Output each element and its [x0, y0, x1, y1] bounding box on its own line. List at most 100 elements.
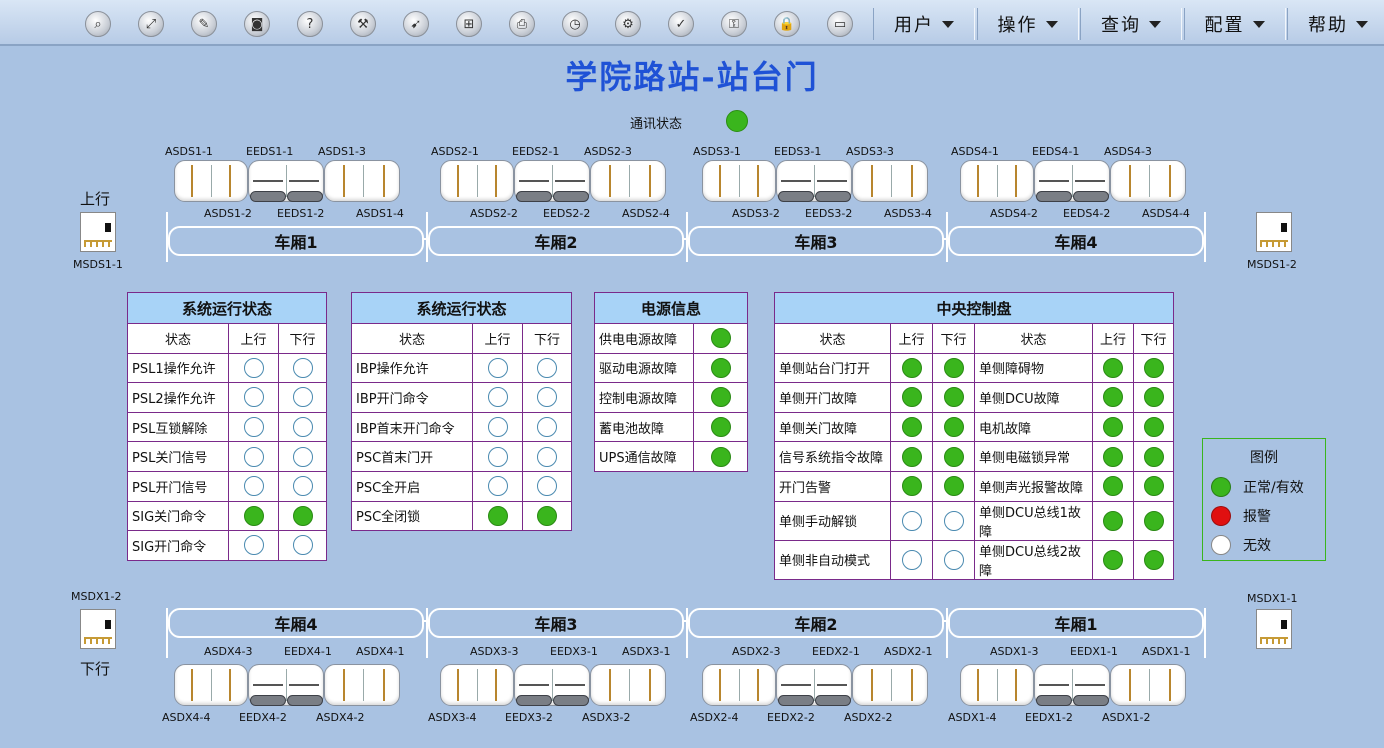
eed-handle: [1073, 695, 1109, 706]
table-row: PSC首末门开: [351, 441, 572, 472]
cell-label: 单侧DCU故障: [974, 382, 1093, 413]
lock-icon[interactable]: 🔒: [774, 11, 800, 37]
down-car1-door-right[interactable]: [1110, 664, 1186, 706]
legend-swatch: [1211, 535, 1231, 555]
door-label: ASDS3-4: [884, 207, 932, 220]
camera-icon[interactable]: ◙: [244, 11, 270, 37]
cell-up: [472, 411, 523, 443]
msd-up-left[interactable]: [80, 212, 116, 252]
compass-icon[interactable]: ➹: [403, 11, 429, 37]
down-car-label[interactable]: 车厢2: [688, 608, 944, 638]
network-icon[interactable]: ⊞: [456, 11, 482, 37]
up-direction-label: 上行: [80, 190, 111, 208]
legend-label: 无效: [1243, 538, 1271, 554]
cell-up: [890, 382, 933, 413]
msd-rail: [1260, 242, 1288, 247]
door-edge: [552, 165, 553, 197]
display-icon[interactable]: ▭: [827, 11, 853, 37]
tools-icon[interactable]: ⚒: [350, 11, 376, 37]
up-car2-door-right[interactable]: [590, 160, 666, 202]
printer-icon[interactable]: ⎙: [509, 11, 535, 37]
panel4-title: 中央控制盘: [774, 292, 1174, 324]
help-icon[interactable]: ?: [297, 11, 323, 37]
menu-3[interactable]: 配置: [1183, 8, 1286, 40]
key-icon[interactable]: ⚿: [721, 11, 747, 37]
door-edge: [891, 165, 892, 197]
up-car1-door-right[interactable]: [324, 160, 400, 202]
settings-icon[interactable]: ⚙: [615, 11, 641, 37]
search-icon[interactable]: ⌕: [85, 11, 111, 37]
down-car3-door-right[interactable]: [590, 664, 666, 706]
msd-down-left[interactable]: [80, 609, 116, 649]
history-icon[interactable]: ◷: [562, 11, 588, 37]
table-column-headers: 状态 上行 下行 状态 上行 下行: [774, 323, 1174, 354]
table-row: 驱动电源故障: [594, 352, 748, 384]
door-edge: [871, 165, 873, 197]
down-car3-door-left[interactable]: [440, 664, 514, 706]
menu-2[interactable]: 查询: [1080, 8, 1182, 40]
cell-down: [522, 470, 572, 502]
table-row: IBP操作允许: [351, 352, 572, 384]
down-car4-door-left[interactable]: [174, 664, 248, 706]
chevron-down-icon: [1356, 20, 1368, 28]
cell-up: [890, 411, 933, 443]
eed-handle: [287, 695, 323, 706]
door-edge: [1015, 669, 1017, 701]
down-car1-door-left[interactable]: [960, 664, 1034, 706]
down-car-label[interactable]: 车厢4: [168, 608, 424, 638]
expand-icon[interactable]: ⤢: [138, 11, 164, 37]
status-indicator: [537, 357, 557, 378]
msd-up-right[interactable]: [1256, 212, 1292, 252]
door-edge: [977, 669, 979, 701]
up-car4-door-right[interactable]: [1110, 160, 1186, 202]
up-car-label[interactable]: 车厢4: [948, 226, 1204, 256]
cell-label: 下行: [522, 323, 572, 354]
status-indicator: [292, 535, 313, 556]
up-car3-door-left[interactable]: [702, 160, 776, 202]
status-indicator: [1143, 446, 1164, 467]
chevron-down-icon: [1252, 20, 1265, 28]
down-car2-door-left[interactable]: [702, 664, 776, 706]
door-label: EEDX2-1: [812, 645, 860, 658]
edit-icon[interactable]: ✎: [191, 11, 217, 37]
up-car-label[interactable]: 车厢1: [168, 226, 424, 256]
check-icon[interactable]: ✓: [668, 11, 694, 37]
status-indicator: [1143, 357, 1164, 378]
table-column-headers: 状态 上行 下行: [351, 323, 572, 354]
msd-rail: [1260, 639, 1288, 644]
status-indicator: [943, 357, 964, 378]
up-car2-door-left[interactable]: [440, 160, 514, 202]
up-car4-door-left[interactable]: [960, 160, 1034, 202]
cell-up: [228, 441, 279, 472]
menu-4[interactable]: 帮助: [1287, 8, 1384, 40]
msd-down-right[interactable]: [1256, 609, 1292, 649]
table-row: UPS通信故障: [594, 441, 748, 472]
down-car2-door-right[interactable]: [852, 664, 928, 706]
status-indicator: [901, 446, 922, 467]
up-car1-door-left[interactable]: [174, 160, 248, 202]
down-car-label[interactable]: 车厢3: [428, 608, 684, 638]
door-edge: [1169, 669, 1171, 701]
door-edge: [977, 165, 979, 197]
up-car-label[interactable]: 车厢3: [688, 226, 944, 256]
door-bar: [289, 684, 319, 686]
cell-status: [693, 411, 748, 443]
menu-0[interactable]: 用户: [873, 8, 975, 40]
cell-down: [278, 500, 327, 532]
door-edge: [757, 165, 759, 197]
cell-down: [932, 470, 975, 502]
cell-down: [932, 411, 975, 443]
cell-label: 下行: [1133, 323, 1174, 354]
status-indicator: [1103, 476, 1123, 497]
door-label: ASDS4-4: [1142, 207, 1190, 220]
cell-down: [278, 382, 327, 413]
down-car4-door-right[interactable]: [324, 664, 400, 706]
up-car-label[interactable]: 车厢2: [428, 226, 684, 256]
menu-1[interactable]: 操作: [976, 8, 1079, 40]
comm-status-label: 通讯状态: [630, 117, 683, 132]
door-edge: [1149, 669, 1150, 701]
up-car3-door-right[interactable]: [852, 160, 928, 202]
down-car-label[interactable]: 车厢1: [948, 608, 1204, 638]
msd-indicator: [1281, 620, 1287, 629]
table-row: PSL2操作允许: [127, 382, 327, 413]
